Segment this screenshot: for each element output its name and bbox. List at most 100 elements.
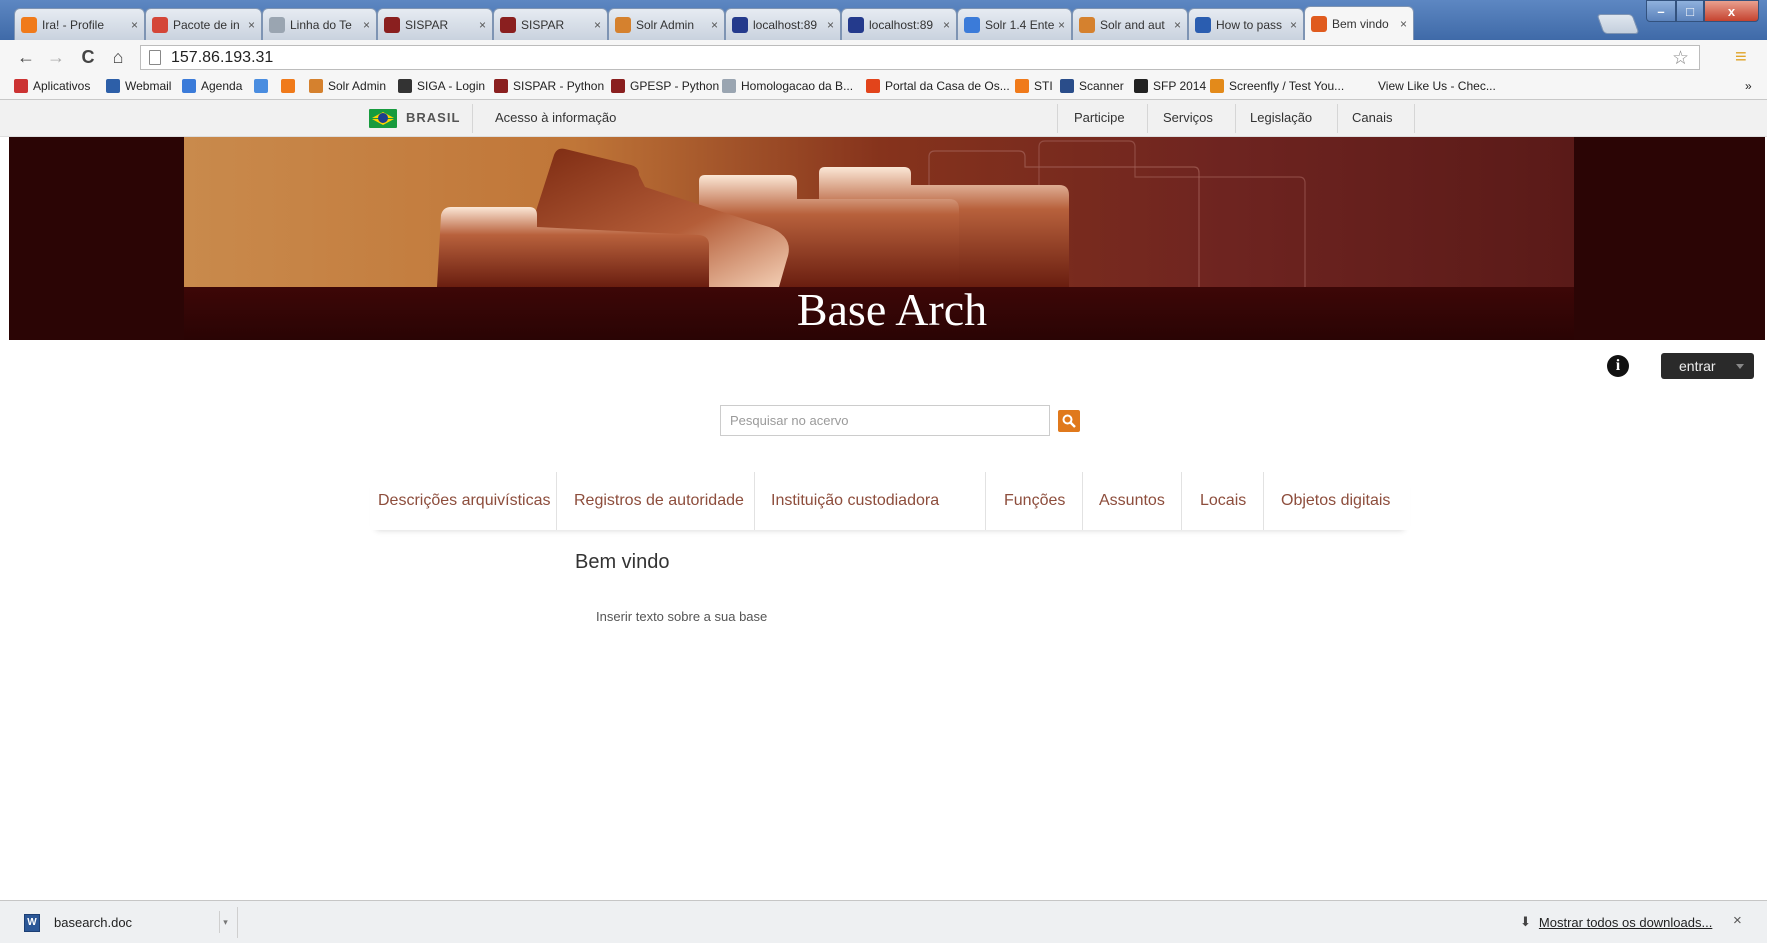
tab-close-icon[interactable]: × [131, 18, 138, 32]
gov-divider [1235, 104, 1236, 133]
browser-tab[interactable]: localhost:89 × [841, 8, 957, 40]
webmail-icon [106, 79, 120, 93]
site-title[interactable]: Base Arch [9, 283, 1765, 336]
bookmark-item[interactable]: Aplicativos [14, 79, 90, 93]
browser-tab[interactable]: How to pass × [1188, 8, 1304, 40]
tab-close-icon[interactable]: × [1400, 17, 1407, 31]
browser-tab-label: Linha do Te [290, 17, 352, 32]
bookmark-item[interactable]: GPESP - Python [611, 79, 719, 93]
menu-objetos-digitais[interactable]: Objetos digitais [1281, 472, 1390, 530]
maximize-button[interactable]: □ [1676, 0, 1704, 22]
bookmarks-overflow-button[interactable]: » [1745, 79, 1752, 93]
bookmark-label: GPESP - Python [630, 79, 720, 93]
browser-tab[interactable]: Linha do Te × [262, 8, 377, 40]
menu-descricoes-arquivisticas[interactable]: Descrições arquivísticas [378, 472, 551, 530]
bookmark-item[interactable]: SISPAR - Python [494, 79, 604, 93]
bookmark-item[interactable]: SIGA - Login [398, 79, 485, 93]
search-icon [1062, 414, 1076, 428]
show-all-downloads-link[interactable]: ⬇ Mostrar todos os downloads... [1520, 914, 1712, 930]
bookmark-label: Portal da Casa de Os... [885, 79, 1010, 93]
search-button[interactable] [1058, 410, 1080, 432]
minimize-button[interactable]: – [1646, 0, 1676, 22]
home-icon[interactable]: ⌂ [106, 46, 130, 68]
tab-close-icon[interactable]: × [1174, 18, 1181, 32]
login-button-label: entrar [1679, 358, 1716, 374]
browser-tab[interactable]: Bem vindo × [1304, 6, 1414, 40]
close-icon[interactable]: × [1733, 912, 1742, 929]
browser-tab[interactable]: SISPAR × [377, 8, 493, 40]
menu-funcoes[interactable]: Funções [1004, 472, 1065, 530]
browser-tab[interactable]: localhost:89 × [725, 8, 841, 40]
bookmark-label: Aplicativos [33, 79, 91, 93]
page-body-text: Inserir texto sobre a sua base [596, 609, 768, 624]
reload-icon[interactable]: C [76, 46, 100, 68]
browser-tab[interactable]: SISPAR × [493, 8, 608, 40]
tab-close-icon[interactable]: × [943, 18, 950, 32]
browser-tab[interactable]: Solr Admin × [608, 8, 725, 40]
menu-registros-de-autoridade[interactable]: Registros de autoridade [574, 472, 744, 530]
b-icon [1134, 79, 1148, 93]
translate-icon [254, 79, 268, 93]
word-doc-icon: W [24, 913, 40, 932]
address-text: 157.86.193.31 [171, 48, 274, 66]
info-icon[interactable]: i [1607, 355, 1629, 377]
bookmark-label: Homologacao da B... [741, 79, 854, 93]
browser-tab[interactable]: Pacote de in × [145, 8, 262, 40]
page-icon [149, 50, 161, 65]
gov-brasil-link[interactable]: BRASIL [406, 110, 460, 125]
gov-link-canais[interactable]: Canais [1352, 110, 1392, 125]
menu-assuntos[interactable]: Assuntos [1099, 472, 1165, 530]
gov-link-servicos[interactable]: Serviços [1163, 110, 1213, 125]
address-bar[interactable]: 157.86.193.31 ☆ [140, 45, 1700, 70]
bookmark-item[interactable] [254, 79, 273, 93]
bookmark-item[interactable]: Agenda [182, 79, 242, 93]
bookmark-item[interactable]: Solr Admin [309, 79, 386, 93]
jira-icon [848, 16, 864, 33]
browse-menu: Descrições arquivísticas Registros de au… [370, 472, 1410, 530]
bookmark-item[interactable]: Portal da Casa de Os... [866, 79, 1010, 93]
back-arrow-icon[interactable]: ← [14, 46, 38, 68]
bookmark-label: View Like Us - Chec... [1378, 79, 1496, 93]
page-icon [722, 79, 736, 93]
browser-tab-label: Solr and aut [1100, 17, 1165, 32]
bookmark-item[interactable]: STI [1015, 79, 1053, 93]
browser-tab[interactable]: Ira! - Profile × [14, 8, 145, 40]
bookmark-item[interactable]: Scanner [1060, 79, 1124, 93]
browser-tab[interactable]: Solr 1.4 Ente × [957, 8, 1072, 40]
menu-hamburger-icon[interactable]: ≡ [1735, 46, 1747, 69]
orange-square-icon [281, 79, 295, 93]
forward-arrow-icon[interactable]: → [44, 46, 68, 68]
download-shelf: W basearch.doc ▾ ⬇ Mostrar todos os down… [0, 900, 1767, 943]
new-tab-button[interactable] [1596, 14, 1640, 34]
bookmark-star-icon[interactable]: ☆ [1672, 47, 1689, 70]
gov-access-info-link[interactable]: Acesso à informação [495, 110, 616, 125]
bookmark-label: Screenfly / Test You... [1229, 79, 1345, 93]
menu-instituicao-custodiadora[interactable]: Instituição custodiadora [771, 472, 939, 530]
bookmark-item[interactable]: View Like Us - Chec... [1378, 79, 1496, 93]
close-window-button[interactable]: x [1704, 0, 1759, 22]
search-input[interactable] [720, 405, 1050, 436]
tab-close-icon[interactable]: × [827, 18, 834, 32]
bookmark-item[interactable]: Webmail [106, 79, 171, 93]
tab-close-icon[interactable]: × [1290, 18, 1297, 32]
browser-tab[interactable]: Solr and aut × [1072, 8, 1188, 40]
bookmark-item[interactable]: Homologacao da B... [722, 79, 853, 93]
menu-locais[interactable]: Locais [1200, 472, 1246, 530]
chevron-down-icon[interactable]: ▾ [219, 911, 231, 933]
page-title: Bem vindo [575, 551, 670, 573]
login-button[interactable]: entrar [1661, 353, 1754, 379]
bookmark-item[interactable]: Screenfly / Test You... [1210, 79, 1344, 93]
sispar-icon [611, 79, 625, 93]
gov-link-participe[interactable]: Participe [1074, 110, 1125, 125]
bookmark-item[interactable] [281, 79, 300, 93]
tab-close-icon[interactable]: × [248, 18, 255, 32]
tab-close-icon[interactable]: × [1058, 18, 1065, 32]
tab-close-icon[interactable]: × [479, 18, 486, 32]
download-item[interactable]: W basearch.doc ▾ [10, 907, 238, 938]
tab-close-icon[interactable]: × [363, 18, 370, 32]
bookmark-item[interactable]: SFP 2014 [1134, 79, 1206, 93]
solr-icon [309, 79, 323, 93]
gov-link-legislacao[interactable]: Legislação [1250, 110, 1312, 125]
tab-close-icon[interactable]: × [594, 18, 601, 32]
tab-close-icon[interactable]: × [711, 18, 718, 32]
